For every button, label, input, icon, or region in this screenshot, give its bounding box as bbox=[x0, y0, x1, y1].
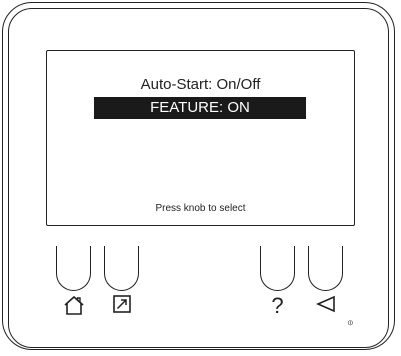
menu-title: Auto-Start: On/Off bbox=[140, 76, 261, 93]
help-key-label: ? bbox=[260, 294, 295, 324]
back-softkey-button[interactable] bbox=[308, 246, 343, 291]
home-key-label bbox=[56, 294, 91, 324]
back-key-label bbox=[308, 294, 343, 324]
question-mark-icon: ? bbox=[271, 293, 284, 318]
external-key-label bbox=[104, 294, 139, 324]
instruction-hint: Press knob to select bbox=[155, 203, 246, 214]
back-triangle-icon bbox=[315, 295, 335, 313]
home-softkey-button[interactable] bbox=[56, 246, 91, 291]
external-link-icon bbox=[112, 295, 131, 313]
display-screen: Auto-Start: On/Off FEATURE: ON Press kno… bbox=[46, 50, 355, 226]
selected-option[interactable]: FEATURE: ON bbox=[94, 97, 306, 119]
external-softkey-button[interactable] bbox=[104, 246, 139, 291]
footer-mark: ⦶ bbox=[348, 320, 354, 327]
home-icon bbox=[63, 295, 84, 315]
help-softkey-button[interactable] bbox=[260, 246, 295, 291]
